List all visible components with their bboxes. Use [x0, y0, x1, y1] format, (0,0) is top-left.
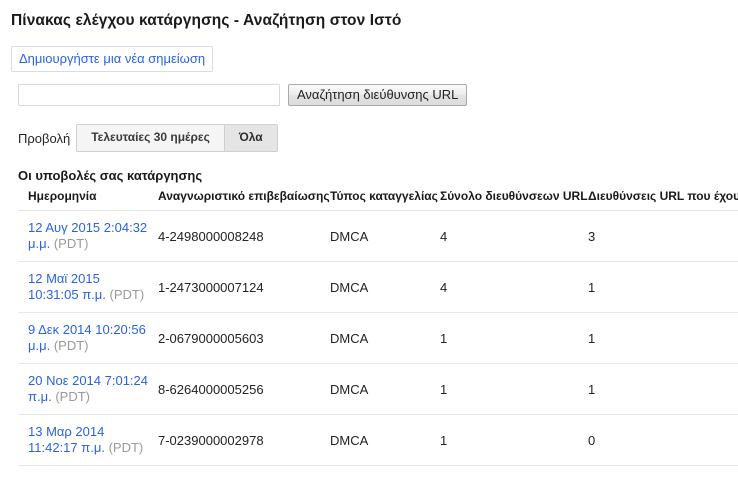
view-filter-row: Προβολή Τελευταίες 30 ημέρες Όλα	[18, 124, 732, 152]
url-search-row: Αναζήτηση διεύθυνσης URL	[18, 84, 732, 106]
filter-option-last-30-days[interactable]: Τελευταίες 30 ημέρες	[77, 125, 224, 151]
table-header-row: Ημερομηνία Αναγνωριστικό επιβεβαίωσης Τύ…	[18, 189, 738, 211]
timezone-label: (PDT)	[109, 287, 145, 302]
cell-confirmation-id: 7-0239000002978	[158, 414, 330, 466]
cell-date: 12 Μαϊ 2015 10:31:05 π.μ. (PDT)	[18, 261, 158, 313]
cell-confirmation-id: 1-2473000007124	[158, 261, 330, 313]
timezone-label: (PDT)	[53, 236, 89, 251]
new-notice-row: Δημιουργήστε μια νέα σημείωση	[11, 46, 732, 72]
cell-approved-urls: 1	[588, 312, 738, 364]
column-header-date[interactable]: Ημερομηνία	[18, 189, 158, 211]
submission-date-link[interactable]: 13 Μαρ 2014 11:42:17 π.μ.	[28, 424, 105, 455]
cell-date: 12 Αυγ 2015 2:04:32 μ.μ. (PDT)	[18, 210, 158, 262]
filter-option-all[interactable]: Όλα	[223, 125, 277, 151]
cell-complaint-type: DMCA	[330, 210, 440, 262]
takedown-dashboard-page: Πίνακας ελέγχου κατάργησης - Αναζήτηση σ…	[0, 0, 738, 466]
date-range-toggle-group: Τελευταίες 30 ημέρες Όλα	[76, 124, 278, 152]
cell-approved-urls: 1	[588, 261, 738, 313]
submissions-table-wrap: Ημερομηνία Αναγνωριστικό επιβεβαίωσης Τύ…	[18, 189, 738, 466]
cell-date: 20 Νοε 2014 7:01:24 π.μ. (PDT)	[18, 363, 158, 415]
timezone-label: (PDT)	[53, 338, 89, 353]
cell-approved-urls: 3	[588, 210, 738, 262]
table-row: 9 Δεκ 2014 10:20:56 μ.μ. (PDT) 2-0679000…	[18, 312, 738, 364]
submissions-table: Ημερομηνία Αναγνωριστικό επιβεβαίωσης Τύ…	[18, 189, 738, 466]
cell-confirmation-id: 4-2498000008248	[158, 210, 330, 262]
submission-date-link[interactable]: 12 Μαϊ 2015 10:31:05 π.μ.	[28, 271, 106, 302]
page-title: Πίνακας ελέγχου κατάργησης - Αναζήτηση σ…	[11, 12, 402, 29]
cell-approved-urls: 1	[588, 363, 738, 415]
cell-confirmation-id: 8-6264000005256	[158, 363, 330, 415]
table-head: Ημερομηνία Αναγνωριστικό επιβεβαίωσης Τύ…	[18, 189, 738, 211]
submissions-heading: Οι υποβολές σας κατάργησης	[18, 168, 203, 183]
table-row: 20 Νοε 2014 7:01:24 π.μ. (PDT) 8-6264000…	[18, 363, 738, 415]
cell-total-urls: 4	[440, 210, 588, 262]
table-body: 12 Αυγ 2015 2:04:32 μ.μ. (PDT) 4-2498000…	[18, 210, 738, 466]
cell-complaint-type: DMCA	[330, 261, 440, 313]
cell-confirmation-id: 2-0679000005603	[158, 312, 330, 364]
cell-date: 9 Δεκ 2014 10:20:56 μ.μ. (PDT)	[18, 312, 158, 364]
cell-complaint-type: DMCA	[330, 312, 440, 364]
search-url-button[interactable]: Αναζήτηση διεύθυνσης URL	[288, 84, 468, 106]
cell-total-urls: 4	[440, 261, 588, 313]
column-header-confirmation-id[interactable]: Αναγνωριστικό επιβεβαίωσης	[158, 189, 330, 211]
table-row: 12 Αυγ 2015 2:04:32 μ.μ. (PDT) 4-2498000…	[18, 210, 738, 262]
cell-total-urls: 1	[440, 414, 588, 466]
column-header-approved-urls[interactable]: Διευθύνσεις URL που έχουν εγκριθεί	[588, 189, 738, 211]
column-header-total-urls[interactable]: Σύνολο διευθύνσεων URL	[440, 189, 588, 211]
search-input[interactable]	[18, 84, 280, 106]
cell-approved-urls: 0	[588, 414, 738, 466]
table-row: 13 Μαρ 2014 11:42:17 π.μ. (PDT) 7-023900…	[18, 414, 738, 466]
view-filter-label: Προβολή	[18, 130, 71, 146]
cell-date: 13 Μαρ 2014 11:42:17 π.μ. (PDT)	[18, 414, 158, 466]
cell-total-urls: 1	[440, 312, 588, 364]
column-header-complaint-type[interactable]: Τύπος καταγγελίας	[330, 189, 440, 211]
create-new-notice-button[interactable]: Δημιουργήστε μια νέα σημείωση	[11, 46, 214, 72]
timezone-label: (PDT)	[108, 440, 144, 455]
cell-total-urls: 1	[440, 363, 588, 415]
cell-complaint-type: DMCA	[330, 363, 440, 415]
table-row: 12 Μαϊ 2015 10:31:05 π.μ. (PDT) 1-247300…	[18, 261, 738, 313]
cell-complaint-type: DMCA	[330, 414, 440, 466]
timezone-label: (PDT)	[55, 389, 90, 404]
